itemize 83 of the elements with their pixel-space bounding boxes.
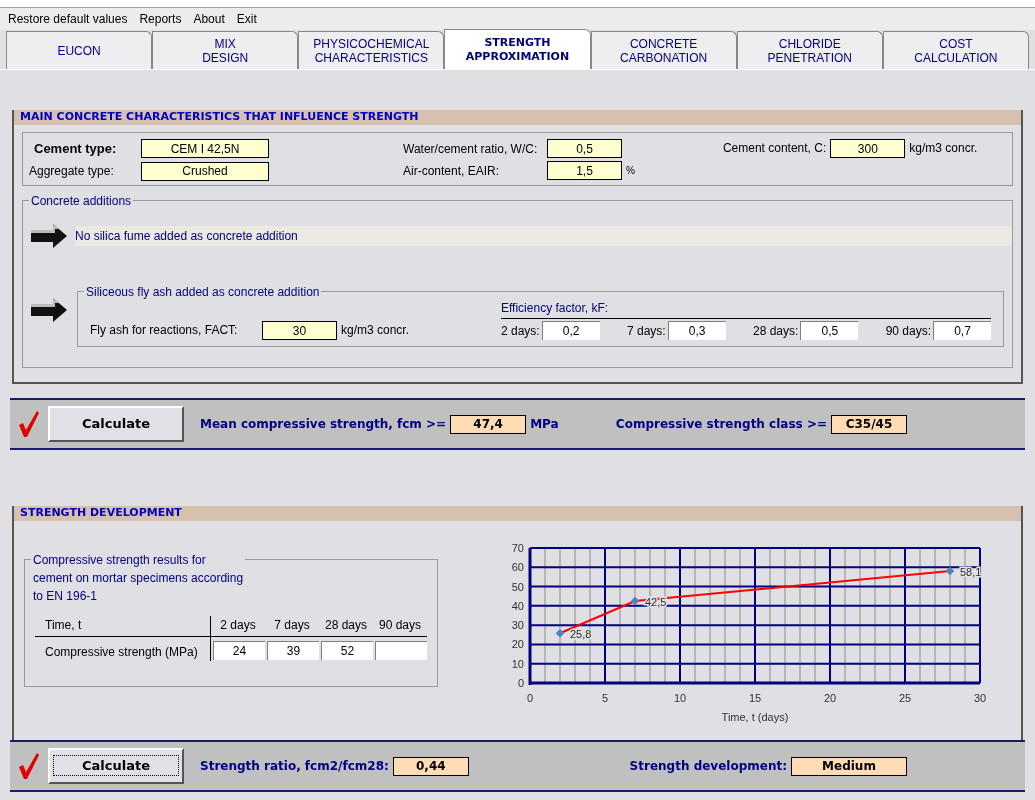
calculate-button[interactable]: Calculate [48,406,184,442]
input-field[interactable]: 0,5 [547,139,622,158]
group-subtitle: Efficiency factor, kF: [501,299,991,319]
menu-item[interactable]: Exit [236,10,257,28]
field-label: 90 days: [885,322,931,340]
section-header: STRENGTH DEVELOPMENT [14,506,1021,521]
table-header: 90 days [373,616,427,637]
field-label: Cement type: [34,140,117,158]
result-label: Strength development: [629,758,787,775]
axis-tick-label: 60 [511,561,524,574]
axis-tick-label: 10 [673,692,687,704]
input-field[interactable]: 30 [262,321,337,340]
input-field[interactable]: CEM I 42,5N [141,139,269,159]
info-strip: No silica fume added as concrete addition [75,226,1012,246]
unit-label: % [626,164,635,178]
table-header: 7 days [265,616,319,637]
input-field[interactable]: 1,5 [547,161,622,180]
axis-tick-label: 5 [601,692,609,704]
tab[interactable]: EUCON [6,31,153,69]
axis-tick-label: 0 [526,692,534,704]
menu-item[interactable]: Reports [139,10,182,28]
input-field[interactable]: 47,4 [450,414,527,434]
data-point [555,629,565,638]
arrow-icon [31,223,67,249]
input-field[interactable]: 52 [321,641,373,660]
unit-label: kg/m3 concr. [909,140,978,157]
axis-title: Time, t (days) [721,711,789,723]
data-label: 25,8 [570,628,592,641]
tab[interactable]: CHLORIDE PENETRATION [736,31,883,69]
field-label: Cement content, C: [722,140,827,157]
input-field[interactable]: C35/45 [831,414,907,434]
field-label: 2 days: [501,322,540,340]
section-header: MAIN CONCRETE CHARACTERISTICS THAT INFLUENCE STRENGTH [14,110,1021,125]
input-field[interactable] [375,641,427,660]
field-label: Air-content, EAIR: [403,162,501,180]
unit-label: MPa [530,416,559,433]
check-icon [18,752,40,780]
tab[interactable]: MIX DESIGN [152,31,299,69]
data-point [630,596,640,606]
axis-tick-label: 20 [511,638,524,651]
menu-item[interactable]: Restore default values [8,10,128,28]
unit-label: kg/m3 concr. [341,322,410,339]
input-field[interactable]: 39 [267,641,319,660]
field-label: Water/cement ratio, W/C: [403,140,539,158]
tab[interactable]: PHYSICOCHEMICAL CHARACTERISTICS [298,31,445,69]
axis-tick-label: 15 [748,692,762,704]
input-field[interactable]: Crushed [141,161,269,181]
field-label: Aggregate type: [29,163,114,180]
input-field[interactable]: 0,2 [541,321,600,340]
arrow-icon [31,297,67,323]
menu-item[interactable]: About [193,10,225,28]
input-field[interactable]: 300 [830,139,906,158]
tab[interactable]: COST CALCULATION [882,31,1029,69]
axis-tick-label: 70 [511,542,524,554]
table-header: 28 days [319,616,373,637]
field-label: 28 days: [752,322,799,340]
axis-tick-label: 20 [823,692,837,704]
input-field[interactable]: 0,7 [933,321,991,340]
axis-tick-label: 30 [973,692,987,704]
axis-tick-label: 10 [511,657,524,670]
result-label: Mean compressive strength, fcm >= [200,416,447,433]
input-field[interactable]: Medium [791,756,907,776]
result-label: Compressive strength class >= [615,416,827,433]
table-header: Time, t [35,616,211,637]
axis-tick-label: 40 [511,599,524,612]
axis-tick-label: 0 [517,677,524,689]
input-field[interactable]: 24 [213,641,265,660]
input-field[interactable]: 0,44 [392,756,469,776]
tab[interactable]: CONCRETE CARBONATION [590,31,737,69]
calculate-button[interactable]: Calculate [48,748,184,784]
axis-tick-label: 30 [511,619,524,632]
data-point [945,566,955,576]
field-label: Fly ash for reactions, FACT: [90,322,239,339]
field-label: 7 days: [627,322,666,340]
input-field[interactable]: 0,3 [667,321,726,340]
table-header: 2 days [211,616,265,637]
check-icon [18,410,40,438]
axis-tick-label: 50 [511,580,524,593]
input-field[interactable]: 0,5 [800,321,859,340]
row-label: Compressive strength (MPa) [35,637,211,661]
result-label: Strength ratio, fcm2/fcm28: [200,758,389,775]
tab[interactable]: STRENGTH APPROXIMATION [444,29,591,69]
axis-tick-label: 25 [898,692,912,704]
